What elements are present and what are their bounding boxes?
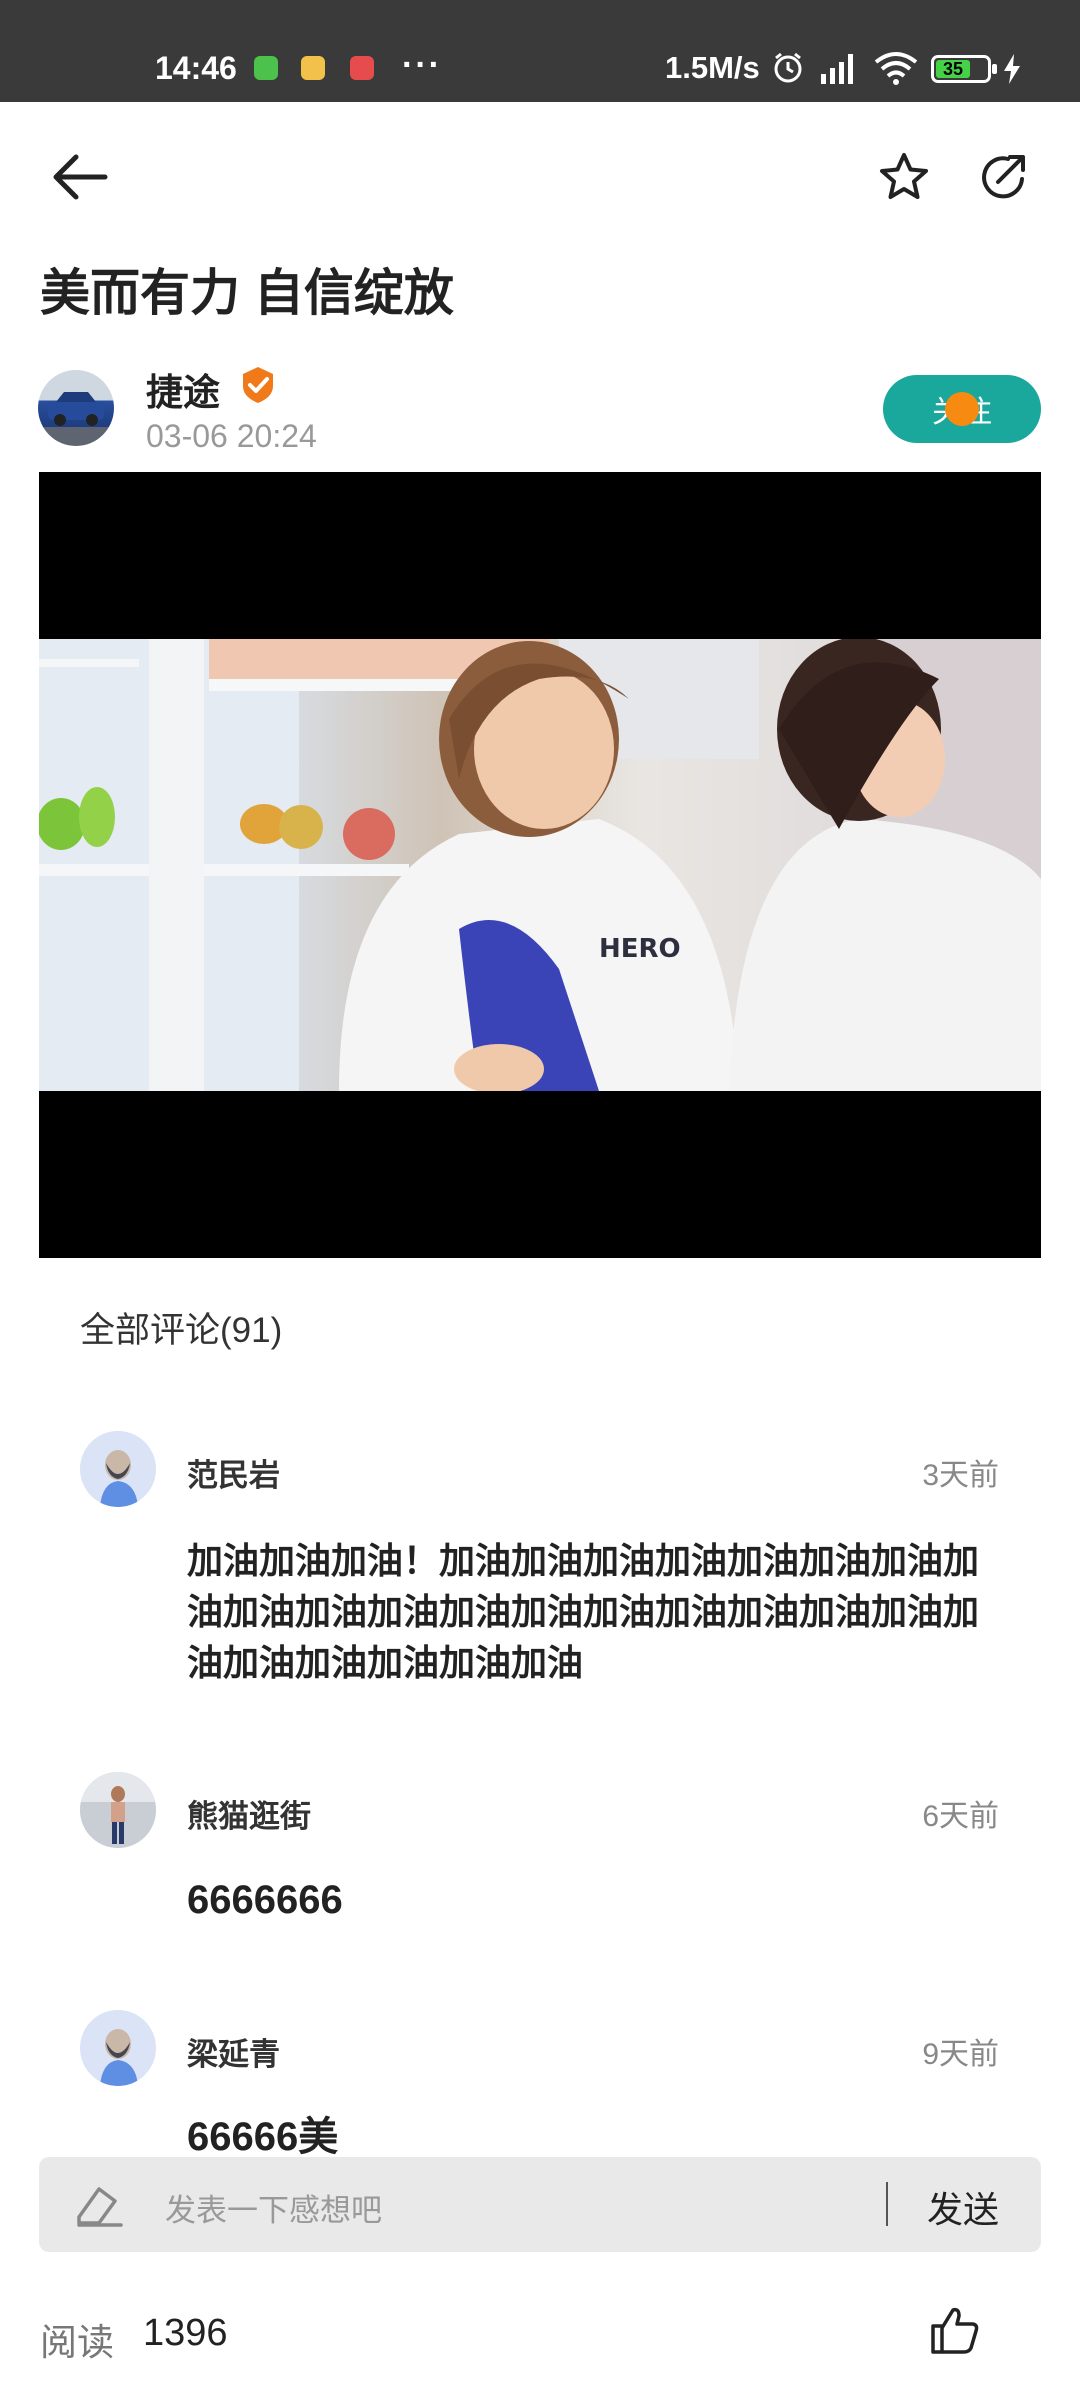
shirt-text: HERO: [599, 934, 681, 964]
divider: [886, 2182, 888, 2226]
app-notification-icon: [301, 56, 325, 80]
app-notification-icon: [254, 56, 278, 80]
comment-avatar[interactable]: [80, 1772, 156, 1848]
comment-time: 3天前: [922, 1459, 999, 1492]
like-button[interactable]: [925, 2300, 985, 2360]
status-bar: 14:46 ··· 1.5M/s 35: [0, 0, 1080, 102]
charging-icon: [1004, 54, 1020, 84]
star-icon: [880, 153, 928, 199]
touch-indicator: [945, 392, 979, 426]
video-thumbnail: HERO: [39, 639, 1041, 1091]
favorite-button[interactable]: [872, 145, 936, 209]
comment-avatar[interactable]: [80, 2010, 156, 2086]
arrow-left-icon: [53, 154, 108, 200]
comment-text: 66666美: [187, 2115, 339, 2159]
user-photo: [80, 1772, 156, 1848]
share-button[interactable]: [972, 145, 1036, 209]
page-title: 美而有力 自信绽放: [40, 265, 454, 321]
signal-icon: [821, 54, 853, 84]
battery-icon: 35: [931, 55, 997, 83]
comments-header: 全部评论(91): [80, 1311, 283, 1350]
car-image: [48, 392, 104, 426]
thumbs-up-icon: [931, 2307, 979, 2354]
comment-time: 9天前: [922, 2038, 999, 2071]
comment-username[interactable]: 范民岩: [187, 1450, 280, 1495]
comment-text: 加油加油加油！加油加油加油加油加油加油加油加油加油加油加油加油加油加油加油加油加…: [187, 1540, 980, 1683]
comment-text: 6666666: [187, 1878, 343, 1922]
more-notifications-icon: ···: [402, 46, 442, 84]
author-avatar[interactable]: [38, 370, 114, 446]
pencil-icon: [77, 2187, 123, 2227]
app-notification-icon: [350, 56, 374, 80]
share-icon: [982, 155, 1025, 199]
comment-username[interactable]: 梁延青: [187, 2029, 280, 2074]
wifi-icon: [874, 52, 918, 85]
read-count: 1396: [143, 2312, 228, 2354]
back-button[interactable]: [40, 145, 120, 209]
video-player[interactable]: HERO: [39, 472, 1041, 1258]
default-avatar-icon: [80, 2010, 156, 2086]
read-label: 阅读: [40, 2322, 114, 2363]
default-avatar-icon: [80, 1431, 156, 1507]
status-time: 14:46: [155, 50, 237, 86]
comment-input[interactable]: 发表一下感想吧: [165, 2185, 382, 2230]
comment-time: 6天前: [922, 1800, 999, 1833]
post-time: 03-06 20:24: [146, 418, 317, 454]
alarm-icon: [774, 52, 802, 83]
comment-input-bar[interactable]: 发表一下感想吧 发送: [39, 2157, 1041, 2252]
network-speed: 1.5M/s: [665, 50, 760, 85]
video-frame: HERO: [39, 639, 1041, 1091]
send-button[interactable]: 发送: [927, 2181, 999, 2233]
comment-avatar[interactable]: [80, 1431, 156, 1507]
comment-username[interactable]: 熊猫逛街: [187, 1791, 311, 1836]
battery-level: 35: [936, 60, 970, 78]
author-name[interactable]: 捷途: [146, 362, 220, 416]
verified-badge-icon: [243, 367, 273, 403]
